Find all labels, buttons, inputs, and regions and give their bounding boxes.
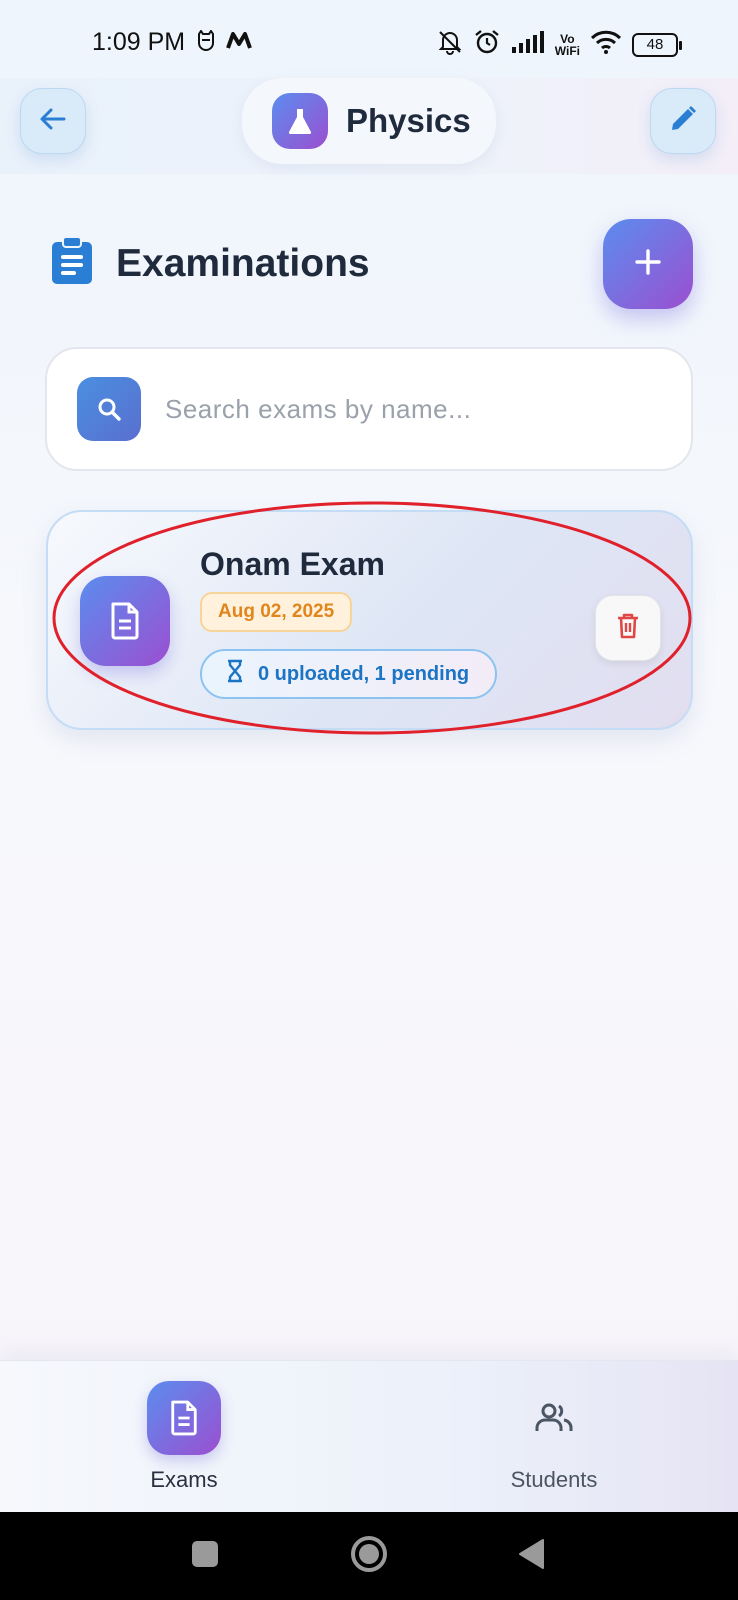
- nav-item-exams[interactable]: Exams: [84, 1381, 284, 1493]
- nav-label-students: Students: [510, 1467, 598, 1492]
- search-input[interactable]: [165, 393, 665, 425]
- recents-button[interactable]: [181, 1532, 229, 1580]
- pencil-icon: [668, 104, 698, 139]
- app-header: Physics: [0, 78, 738, 174]
- edit-button[interactable]: [650, 88, 716, 154]
- exam-date-badge: Aug 02, 2025: [200, 592, 353, 632]
- status-right-icons: Vo WiFi 48: [437, 28, 682, 61]
- bottom-nav: Exams Students: [0, 1360, 738, 1512]
- alarm-icon: [473, 28, 501, 61]
- cat-icon: [196, 29, 216, 57]
- search-icon: [77, 377, 141, 441]
- system-nav-bar: [0, 1512, 738, 1600]
- trash-icon: [616, 612, 640, 645]
- section-title: Examinations: [116, 241, 370, 285]
- delete-exam-button[interactable]: [595, 595, 661, 661]
- document-icon: [147, 1381, 221, 1455]
- document-icon: [80, 576, 170, 666]
- wifi-icon: [590, 30, 622, 59]
- triangle-back-icon: [517, 1538, 547, 1575]
- battery-icon: 48: [632, 32, 682, 57]
- home-button[interactable]: [345, 1532, 393, 1580]
- nav-item-students[interactable]: Students: [454, 1381, 654, 1493]
- add-exam-button[interactable]: [603, 219, 693, 309]
- hourglass-icon: [226, 659, 244, 689]
- status-bar: 1:09 PM Vo WiFi 48: [0, 0, 738, 78]
- signal-icon: [511, 31, 545, 58]
- subject-title-pill: Physics: [242, 78, 496, 164]
- vowifi-icon: Vo WiFi: [554, 31, 580, 58]
- square-icon: [190, 1539, 220, 1574]
- exam-name: Onam Exam: [200, 546, 385, 582]
- people-icon: [517, 1381, 591, 1455]
- clipboard-icon: [50, 236, 94, 291]
- plus-icon: [633, 247, 663, 282]
- m-logo-icon: [226, 32, 252, 55]
- section-heading: Examinations: [50, 236, 370, 291]
- back-button[interactable]: [20, 88, 86, 154]
- nav-label-exams: Exams: [150, 1467, 218, 1492]
- back-nav-button[interactable]: [508, 1532, 556, 1580]
- status-time: 1:09 PM: [92, 28, 186, 56]
- exam-card[interactable]: Onam Exam Aug 02, 2025 0 uploaded, 1 pen…: [46, 510, 693, 730]
- bell-off-icon: [437, 29, 463, 60]
- upload-status-text: 0 uploaded, 1 pending: [258, 662, 470, 685]
- flask-icon: [272, 93, 328, 149]
- upload-status-chip: 0 uploaded, 1 pending: [200, 649, 498, 699]
- search-box[interactable]: [45, 347, 693, 471]
- status-left-icons: [196, 29, 252, 57]
- page-title: Physics: [346, 102, 471, 139]
- arrow-left-icon: [38, 104, 68, 139]
- circle-icon: [349, 1534, 389, 1579]
